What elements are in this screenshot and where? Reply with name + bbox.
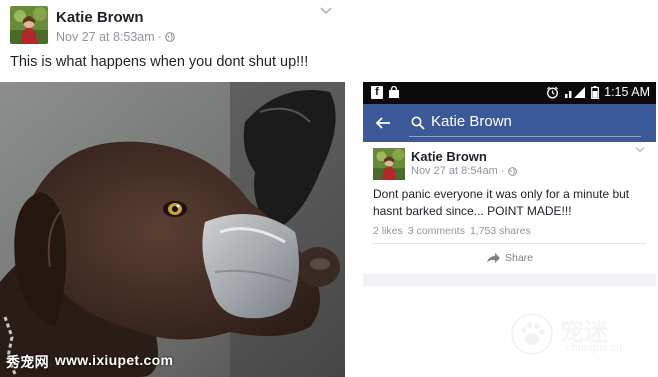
post-text: This is what happens when you dont shut … <box>10 54 309 70</box>
shopping-bag-icon <box>389 86 399 98</box>
globe-icon <box>507 166 517 176</box>
post-meta: Nov 27 at 8:53am · <box>56 30 175 44</box>
post-photo[interactable] <box>0 82 345 377</box>
phone-screenshot: f 1:15 AM Katie Brown Katie Brown Nov 27… <box>363 82 656 286</box>
facebook-icon: f <box>371 86 383 99</box>
mobile-post-card: Katie Brown Nov 27 at 8:54am · Dont pani… <box>363 142 656 274</box>
status-right: 1:15 AM <box>546 85 650 99</box>
post-timestamp[interactable]: Nov 27 at 8:54am <box>411 165 498 177</box>
author-avatar[interactable] <box>10 6 48 44</box>
divider <box>373 243 646 244</box>
post-timestamp[interactable]: Nov 27 at 8:53am <box>56 30 155 44</box>
facebook-post: Katie Brown Nov 27 at 8:53am · This is w… <box>0 0 350 377</box>
watermark-left-url: www.ixiupet.com <box>54 352 174 368</box>
share-arrow-icon <box>487 253 500 263</box>
author-avatar[interactable] <box>373 148 405 180</box>
alarm-icon <box>547 86 559 98</box>
search-input[interactable]: Katie Brown <box>431 113 512 130</box>
back-arrow-icon[interactable] <box>375 115 391 131</box>
comments-count[interactable]: 3 comments <box>408 225 465 237</box>
globe-icon <box>164 32 175 42</box>
search-icon[interactable] <box>411 116 425 130</box>
watermark-right: 宠迷 chongmi.cn <box>510 306 650 366</box>
author-name[interactable]: Katie Brown <box>411 149 487 164</box>
status-time: 1:15 AM <box>604 85 650 99</box>
status-bar: f 1:15 AM <box>363 82 656 104</box>
share-button[interactable]: Share <box>487 252 533 264</box>
share-label: Share <box>505 252 534 264</box>
watermark-left: 秀宠网 www.ixiupet.com <box>6 352 173 372</box>
battery-icon <box>591 85 600 99</box>
chevron-down-icon[interactable] <box>320 6 332 16</box>
meta-separator: · <box>500 165 505 177</box>
likes-count[interactable]: 2 likes <box>373 225 403 237</box>
post-text: Dont panic everyone it was only for a mi… <box>373 187 630 218</box>
watermark-left-text: 秀宠网 <box>6 354 49 370</box>
post-meta: Nov 27 at 8:54am · <box>411 165 517 177</box>
meta-separator: · <box>157 30 162 44</box>
search-underline <box>409 136 641 137</box>
app-bar: Katie Brown <box>363 104 656 142</box>
post-stats: 2 likes 3 comments 1,753 shares <box>373 225 531 237</box>
paw-logo-icon <box>511 313 553 355</box>
shares-count[interactable]: 1,753 shares <box>470 225 531 237</box>
author-name[interactable]: Katie Brown <box>56 9 144 26</box>
chevron-down-icon[interactable] <box>635 146 645 154</box>
watermark-domain: chongmi.cn <box>566 342 623 354</box>
signal-icon <box>565 86 586 98</box>
